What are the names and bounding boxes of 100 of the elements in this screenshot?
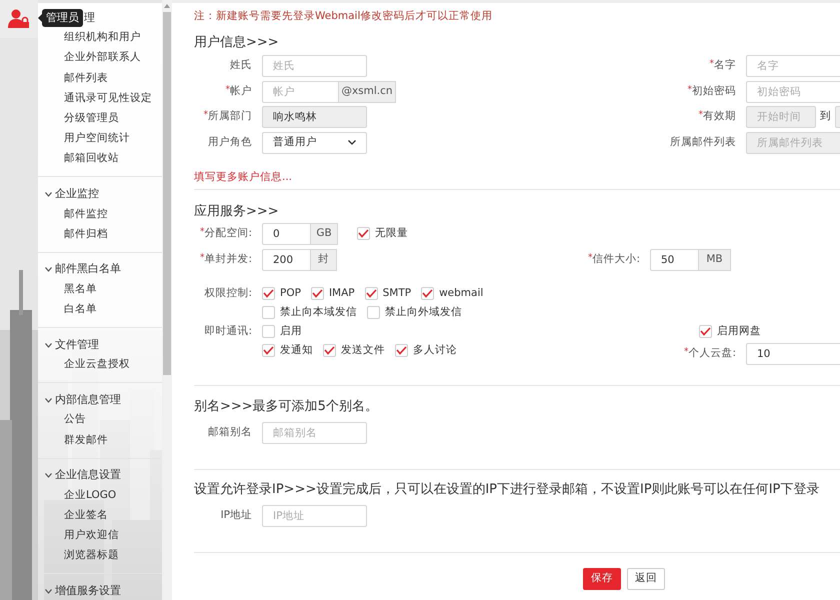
input-field[interactable]: 名字	[746, 55, 840, 77]
checkbox-label[interactable]: 禁止向本域发信	[280, 304, 357, 321]
chevron-down-icon[interactable]	[45, 192, 52, 197]
menu-item[interactable]: 邮件监控	[64, 206, 108, 222]
field-label: 即时通讯:	[204, 324, 252, 339]
checkbox[interactable]	[262, 306, 275, 320]
menu-item[interactable]: 用户空间统计	[64, 131, 130, 147]
menu-item[interactable]: 浏览器标题	[64, 548, 119, 564]
checkbox-label[interactable]: IMAP	[328, 286, 355, 302]
checkbox[interactable]	[395, 344, 408, 358]
menu-item[interactable]: 用户欢迎信	[64, 528, 119, 544]
checkbox-label[interactable]: 无限量	[375, 226, 408, 242]
menu-group-title[interactable]: 企业监控	[55, 186, 99, 203]
checkbox[interactable]	[367, 306, 380, 320]
checkbox[interactable]	[421, 287, 434, 300]
field-label: 所属邮件列表	[670, 134, 736, 150]
required-mark: *	[200, 226, 204, 238]
checkbox[interactable]	[310, 287, 324, 300]
checkbox-label[interactable]: 发通知	[280, 342, 313, 359]
menu-group-title[interactable]: 邮件黑白名单	[55, 261, 121, 278]
menu-group-title[interactable]: 理	[84, 10, 95, 26]
menu-item[interactable]: 白名单	[64, 302, 97, 318]
input-field[interactable]: 邮箱别名	[262, 422, 367, 444]
field-label: 用户角色	[208, 134, 252, 150]
scrollbar[interactable]	[162, 0, 172, 600]
required-mark: *	[684, 346, 688, 358]
field-label: 权限控制:	[204, 286, 252, 301]
menu-group-title[interactable]: 企业信息设置	[55, 467, 121, 484]
checkbox-label[interactable]: 禁止向外域发信	[385, 304, 462, 321]
checkbox[interactable]	[699, 325, 712, 338]
field-label: 有效期	[703, 109, 736, 124]
field-label: 邮箱别名	[208, 424, 252, 440]
menu-item[interactable]: 企业云盘授权	[64, 357, 130, 374]
menu-item[interactable]: 邮件归档	[64, 226, 108, 242]
input-field[interactable]: 帐户	[262, 80, 339, 103]
section-title: 用户信息>>>	[194, 34, 280, 52]
back-button[interactable]: 返回	[627, 568, 665, 590]
select-field[interactable]: 普通用户	[262, 132, 367, 154]
menu-item[interactable]: 公告	[64, 412, 86, 428]
input-field[interactable]: 10	[746, 342, 840, 365]
save-button[interactable]: 保存	[583, 568, 621, 590]
unit-label: GB	[311, 222, 338, 245]
input-field[interactable]: 50	[650, 248, 699, 271]
checkbox[interactable]	[262, 325, 275, 338]
range-separator: 到	[820, 109, 831, 124]
chevron-down-icon[interactable]	[45, 267, 52, 272]
chevron-down-icon[interactable]	[45, 342, 52, 348]
menu-group-title[interactable]: 增值服务设置	[55, 583, 121, 600]
menu-item[interactable]: 黑名单	[64, 282, 97, 298]
caret-icon	[348, 140, 356, 146]
menu-group-title[interactable]: 内部信息管理	[55, 392, 121, 408]
checkbox[interactable]	[357, 227, 370, 240]
required-mark: *	[710, 58, 714, 70]
more-info-link[interactable]: 填写更多账户信息...	[194, 170, 292, 184]
chevron-down-icon[interactable]	[45, 473, 52, 478]
required-mark: *	[204, 109, 208, 122]
checkbox-label[interactable]: 启用网盘	[717, 324, 761, 340]
required-mark: *	[588, 252, 592, 264]
field-label: 初始密码	[692, 84, 736, 99]
menu-item[interactable]: 群发邮件	[64, 432, 108, 448]
field-label: 名字	[714, 58, 736, 74]
scroll-up-icon[interactable]	[164, 4, 170, 8]
input-field[interactable]: 0	[262, 222, 311, 245]
checkbox-label[interactable]: SMTP	[382, 286, 412, 302]
checkbox-label[interactable]: POP	[280, 286, 301, 302]
menu-item[interactable]: 组织机构和用户	[64, 30, 141, 46]
checkbox-label[interactable]: 发送文件	[341, 342, 385, 359]
input-field[interactable]: 200	[262, 248, 311, 271]
checkbox[interactable]	[262, 287, 275, 300]
checkbox-label[interactable]: 启用	[280, 324, 302, 340]
checkbox[interactable]	[364, 287, 378, 300]
section-title: 别名>>>最多可添加5个别名。	[194, 398, 379, 416]
chevron-down-icon[interactable]	[45, 588, 52, 594]
checkbox[interactable]	[262, 344, 275, 358]
menu-item[interactable]: 邮箱回收站	[64, 151, 119, 168]
field-label: 单封并发:	[204, 252, 252, 267]
unit-label: @xsml.cn	[339, 80, 396, 103]
required-mark: *	[200, 252, 204, 264]
checkbox-label[interactable]: 多人讨论	[413, 342, 457, 359]
menu-group-title[interactable]: 文件管理	[55, 336, 99, 354]
checkbox[interactable]	[323, 344, 336, 358]
field-label: 分配空间:	[204, 226, 252, 241]
chevron-down-icon[interactable]	[45, 398, 52, 403]
checkbox-label[interactable]: webmail	[439, 286, 484, 302]
field-label: 个人云盘:	[688, 346, 736, 361]
input-field[interactable]: 初始密码	[746, 80, 840, 103]
user-lock-icon[interactable]	[8, 9, 30, 29]
menu-item[interactable]: 企业签名	[64, 508, 108, 524]
menu-item[interactable]: 通讯录可见性设定	[64, 90, 152, 107]
menu-item[interactable]: 分级管理员	[64, 110, 119, 127]
input-field[interactable]: IP地址	[262, 504, 367, 527]
menu-item[interactable]: 企业LOGO	[64, 488, 116, 504]
menu-item[interactable]: 邮件列表	[64, 70, 108, 86]
required-mark: *	[226, 84, 230, 96]
field-label: 所属部门	[208, 109, 252, 124]
section-title: 应用服务>>>	[194, 202, 280, 221]
menu-item[interactable]: 企业外部联系人	[64, 50, 141, 66]
field-label: 姓氏	[230, 58, 252, 74]
input-field[interactable]: 姓氏	[262, 55, 367, 77]
unit-label: 封	[311, 248, 337, 271]
